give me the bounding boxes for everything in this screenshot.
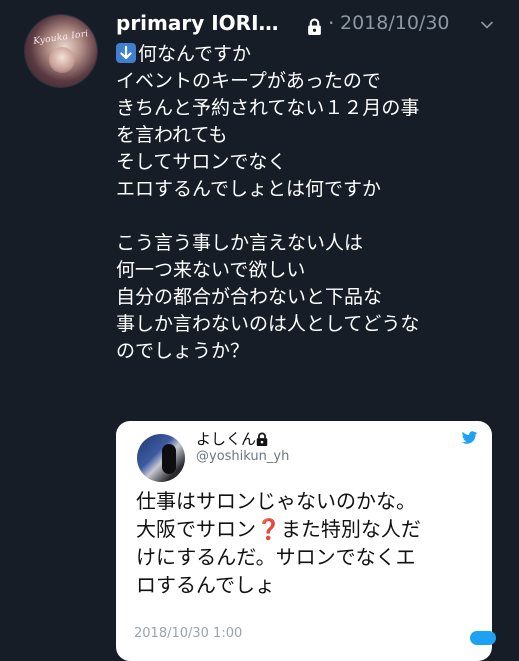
quoted-line: ロするんでしょ bbox=[136, 573, 275, 597]
tweet-line: イベントのキープがあったので bbox=[116, 70, 381, 92]
separator-dot: · bbox=[328, 11, 335, 35]
tweet-date[interactable]: 2018/10/30 bbox=[340, 12, 450, 34]
tweet-line: 事しか言わないのは人としてどうな bbox=[116, 313, 420, 335]
quoted-line: 大阪でサロン bbox=[136, 517, 256, 541]
quoted-handle[interactable]: @yoshikun_yh bbox=[196, 449, 289, 464]
tweet-line: エロするんでしょとは何ですか bbox=[116, 178, 382, 200]
tweet-line: 自分の都合が合わないと下品な bbox=[116, 286, 383, 308]
tweet-header: primary IORI… · 2018/10/30 bbox=[116, 9, 506, 39]
quoted-line: けにするんだ。サロンでなくエ bbox=[136, 545, 416, 569]
tweet-line: を言われても bbox=[116, 124, 228, 146]
chevron-down-icon[interactable] bbox=[480, 18, 494, 32]
down-arrow-icon bbox=[116, 43, 136, 63]
tweet-line: 何なんですか bbox=[138, 43, 252, 65]
tweet-line: こう言う事しか言えない人は bbox=[116, 232, 364, 254]
question-mark-emoji: ❓ bbox=[256, 517, 281, 541]
quoted-tweet-card[interactable]: よしくん @yoshikun_yh 仕事はサロンじゃないのかな。 大阪でサロン❓… bbox=[116, 421, 492, 661]
author-name[interactable]: primary IORI… bbox=[116, 11, 279, 35]
quoted-timestamp: 2018/10/30 1:00 bbox=[134, 626, 243, 641]
avatar-signature: Kyouka Iori bbox=[32, 29, 90, 47]
avatar-face bbox=[49, 47, 75, 73]
tweet-line: そしてサロンでなく bbox=[116, 151, 287, 173]
avatar[interactable]: Kyouka Iori bbox=[25, 15, 97, 87]
tweet-line: のでしょうか？ bbox=[116, 340, 250, 362]
twitter-bird-icon bbox=[461, 431, 478, 444]
scroll-indicator[interactable] bbox=[470, 631, 496, 645]
quoted-avatar[interactable] bbox=[137, 434, 185, 482]
tweet-line: きちんと予約されてない１２月の事 bbox=[116, 97, 420, 119]
tweet-body: 何なんですか イベントのキープがあったので きちんと予約されてない１２月の事 を… bbox=[116, 41, 511, 365]
quoted-line: また特別な人だ bbox=[280, 517, 421, 541]
lock-icon bbox=[308, 18, 321, 35]
quoted-line: 仕事はサロンじゃないのかな。 bbox=[136, 489, 416, 513]
quoted-avatar-figure bbox=[162, 444, 176, 474]
quoted-author-name[interactable]: よしくん bbox=[196, 428, 256, 449]
lock-icon bbox=[256, 432, 268, 446]
tweet-line: 何一つ来ないで欲しい bbox=[116, 259, 306, 281]
quoted-tweet-body: 仕事はサロンじゃないのかな。 大阪でサロン❓また特別な人だ けにするんだ。サロン… bbox=[136, 487, 481, 599]
